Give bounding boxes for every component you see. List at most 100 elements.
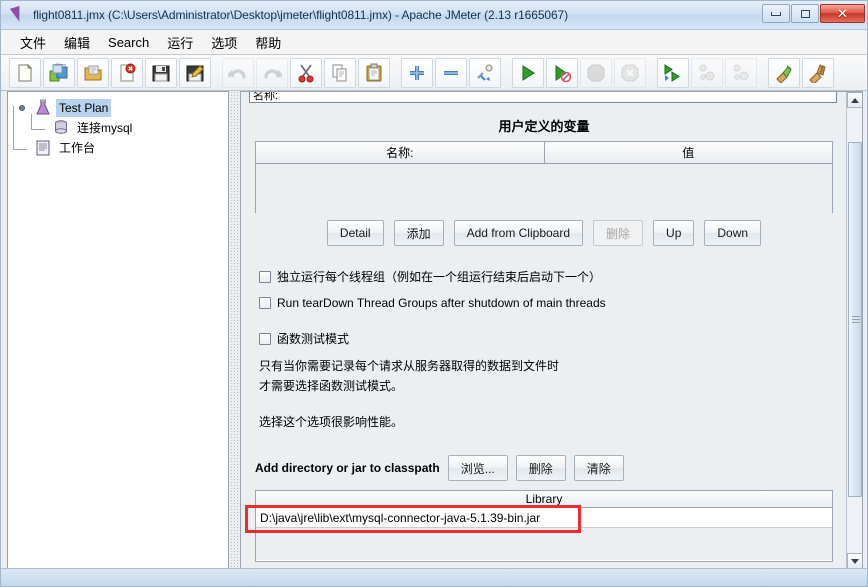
table-row[interactable]: D:\java\jre\lib\ext\mysql-connector-java… [256,508,832,528]
library-table[interactable]: Library D:\java\jre\lib\ext\mysql-connec… [255,490,833,562]
checkbox-serialize-thread-groups[interactable]: 独立运行每个线程组（例如在一个组运行结束后启动下一个） [259,268,601,285]
stop-remote-all-button[interactable] [691,57,723,88]
toolbar-separator-4 [648,58,657,88]
test-plan-tree-panel[interactable]: Test Plan 连接mysql 工作台 [7,91,229,570]
shutdown-remote-all-button[interactable] [725,57,757,88]
status-bar [1,568,867,586]
copy-button[interactable] [324,57,356,88]
clear-icon [774,63,794,83]
checkbox-run-teardown[interactable]: Run tearDown Thread Groups after shutdow… [259,296,606,310]
expand-all-button[interactable] [401,57,433,88]
save-as-button[interactable] [179,57,211,88]
menu-help[interactable]: 帮助 [246,31,290,54]
maximize-button[interactable] [791,4,819,23]
panel-splitter[interactable] [230,91,239,570]
classpath-label: Add directory or jar to classpath [255,461,440,475]
detail-button[interactable]: Detail [326,220,384,246]
clear-button[interactable] [768,57,800,88]
save-button[interactable] [145,57,177,88]
stop-remote-all-icon [697,63,717,83]
menu-options[interactable]: 选项 [202,31,246,54]
test-plan-tree: Test Plan 连接mysql 工作台 [8,92,228,158]
up-button[interactable]: Up [653,220,695,246]
checkbox-box-icon[interactable] [259,297,271,309]
scroll-up-button[interactable] [847,92,862,108]
chevron-up-icon [851,97,859,103]
start-button[interactable] [512,57,544,88]
start-remote-all-icon [663,63,683,83]
toolbar-separator-2 [392,58,401,88]
minimize-icon [771,11,781,16]
toggle-button[interactable] [469,57,501,88]
down-button[interactable]: Down [704,220,762,246]
undo-button[interactable] [222,57,254,88]
tree-expand-handle[interactable] [19,105,25,111]
tree-node-label: 工作台 [59,141,96,155]
tree-node-jdbc-config[interactable]: 连接mysql [16,118,228,138]
templates-button[interactable] [43,57,75,88]
scroll-down-button[interactable] [847,553,862,569]
tree-node-test-plan[interactable]: Test Plan [16,98,228,118]
new-button[interactable] [9,57,41,88]
window-titlebar: flight0811.jmx (C:\Users\Administrator\D… [1,1,867,30]
menu-run[interactable]: 运行 [158,31,202,54]
add-from-clipboard-button[interactable]: Add from Clipboard [453,220,584,246]
collapse-all-icon [441,63,461,83]
browse-button[interactable]: 浏览... [447,455,508,481]
checkbox-label: Run tearDown Thread Groups after shutdow… [277,296,606,310]
column-header-library: Library [256,491,832,508]
classpath-delete-button[interactable]: 删除 [515,455,566,481]
add-button[interactable]: 添加 [393,220,444,246]
minimize-button[interactable] [762,4,790,23]
copy-icon [330,63,350,83]
test-plan-name-field[interactable]: 名称: [249,92,837,103]
collapse-all-button[interactable] [435,57,467,88]
table-empty-area[interactable] [256,528,832,560]
chevron-down-icon [851,558,859,564]
clear-all-button[interactable] [802,57,834,88]
start-remote-all-button[interactable] [657,57,689,88]
checkbox-box-icon[interactable] [259,332,271,345]
menu-edit[interactable]: 编辑 [55,31,99,54]
config-scroll-area: 名称: 用户定义的变量 名称: 值 Detail 添加 Add from Cli… [241,92,847,569]
user-defined-variables-table[interactable]: 名称: 值 [255,141,833,213]
close-button[interactable]: ✕ [820,4,865,23]
description-line-3: 选择这个选项很影响性能。 [259,415,404,429]
toolbar-group-remote [657,57,759,88]
config-vertical-scrollbar[interactable] [846,92,862,569]
redo-icon [262,63,282,83]
column-header-value: 值 [544,142,832,163]
shutdown-remote-all-icon [731,63,751,83]
scrollbar-track[interactable] [847,108,862,553]
scrollbar-grip-icon [852,315,860,324]
menu-search[interactable]: Search [99,33,158,52]
start-no-pauses-button[interactable] [546,57,578,88]
scrollbar-thumb[interactable] [848,142,862,497]
tree-node-label: 连接mysql [77,121,133,135]
tree-node-workbench[interactable]: 工作台 [16,138,228,158]
table-header-row: 名称: 值 [256,142,832,164]
checkbox-label: 独立运行每个线程组（例如在一个组运行结束后启动下一个） [277,270,602,284]
paste-button[interactable] [358,57,390,88]
table-body-empty[interactable] [256,164,832,213]
checkbox-box-icon[interactable] [259,270,271,283]
open-button[interactable] [77,57,109,88]
redo-button[interactable] [256,57,288,88]
column-header-name: 名称: [256,142,545,163]
menu-file[interactable]: 文件 [11,31,55,54]
checkbox-functional-test-mode[interactable]: 函数测试模式 [259,330,349,347]
shutdown-button[interactable] [614,57,646,88]
stop-icon [586,63,606,83]
cut-icon [296,63,316,83]
start-icon [518,63,538,83]
classpath-clear-button[interactable]: 清除 [573,455,624,481]
templates-icon [48,62,70,83]
toolbar-separator-3 [503,58,512,88]
toolbar-group-tree [401,57,503,88]
cut-button[interactable] [290,57,322,88]
stop-button[interactable] [580,57,612,88]
toolbar-group-file [9,57,213,88]
toolbar [1,55,867,91]
clear-all-icon [808,63,828,83]
close-file-button[interactable] [111,57,143,88]
